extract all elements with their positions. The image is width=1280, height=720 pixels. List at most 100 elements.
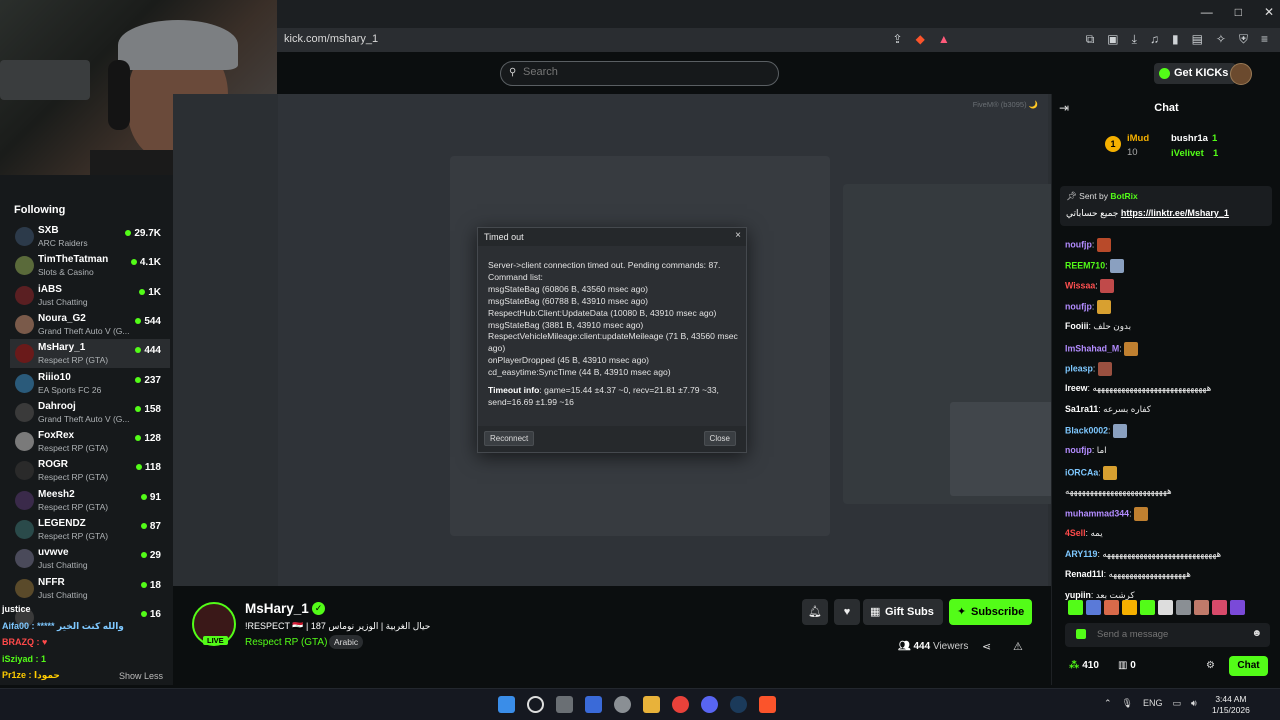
- chat-send-button[interactable]: Chat: [1229, 656, 1268, 676]
- share-page-icon[interactable]: ⇪: [893, 32, 903, 47]
- notification-bell-button[interactable]: 🔔︎: [802, 599, 828, 625]
- get-kicks-button[interactable]: Get KICKs: [1154, 63, 1237, 84]
- subscribe-button[interactable]: ✦ Subscribe: [949, 599, 1033, 625]
- sidebar-toggle-icon[interactable]: ▮: [1172, 32, 1179, 47]
- chat-username[interactable]: ImShahad_M: [1065, 343, 1119, 353]
- emoji-icon[interactable]: ☻: [1251, 628, 1262, 639]
- chat-username[interactable]: yupiin: [1065, 590, 1091, 600]
- menu-icon[interactable]: ≡: [1261, 32, 1268, 47]
- search-box[interactable]: ⚲: [500, 61, 779, 86]
- chat-username[interactable]: REEM710: [1065, 260, 1105, 270]
- brave-rewards-icon[interactable]: ▲: [938, 32, 950, 47]
- chat-username[interactable]: Ireew: [1065, 383, 1088, 393]
- minimize-icon[interactable]: —: [1201, 5, 1213, 19]
- chat-username[interactable]: 4Sell: [1065, 528, 1086, 538]
- message-input[interactable]: [1097, 629, 1237, 640]
- following-item[interactable]: TimTheTatman Slots & Casino 4.1K: [10, 251, 170, 280]
- chat-username[interactable]: noufjp: [1065, 239, 1092, 249]
- show-less-link[interactable]: Show Less: [119, 671, 163, 681]
- chat-username[interactable]: iORCAa: [1065, 467, 1098, 477]
- ai-icon[interactable]: ✧: [1216, 32, 1226, 47]
- pinned-sender-name[interactable]: BotRix: [1110, 191, 1137, 201]
- following-item[interactable]: Dahrooj Grand Theft Auto V (G... 158: [10, 398, 170, 427]
- task-view-icon[interactable]: [556, 696, 573, 713]
- chat-username[interactable]: noufjp: [1065, 445, 1092, 455]
- mic-icon[interactable]: 🎙︎: [1122, 698, 1133, 709]
- download-icon[interactable]: ⤓: [1132, 32, 1137, 47]
- language-indicator[interactable]: ENG: [1143, 698, 1163, 709]
- brave-shield-icon[interactable]: ◆: [916, 32, 925, 47]
- address-bar[interactable]: kick.com/mshary_1 ⇪ ◆ ▲ ⧉ ▣ ⤓ ♫ ▮ ▤ ✧ ⛨ …: [276, 28, 1280, 52]
- chrome-icon[interactable]: [672, 696, 689, 713]
- leader-name-3[interactable]: iVelivet: [1171, 148, 1204, 159]
- quick-emote[interactable]: [1230, 600, 1245, 615]
- close-button[interactable]: Close: [703, 431, 736, 446]
- dialog-close-icon[interactable]: ×: [735, 230, 741, 241]
- leader-name-2[interactable]: bushr1a: [1171, 133, 1208, 144]
- maximize-icon[interactable]: □: [1235, 5, 1242, 19]
- following-item[interactable]: Riiio10 EA Sports FC 26 237: [10, 369, 170, 398]
- vpn-icon[interactable]: ⛨: [1239, 32, 1248, 47]
- following-item[interactable]: FoxRex Respect RP (GTA) 128: [10, 427, 170, 456]
- start-icon[interactable]: [498, 696, 515, 713]
- gift-count[interactable]: ▥ 0: [1118, 660, 1136, 671]
- share-icon[interactable]: ⋖: [982, 640, 991, 653]
- extensions-icon[interactable]: ⧉: [1086, 32, 1095, 47]
- quick-emote[interactable]: [1212, 600, 1227, 615]
- gift-subs-button[interactable]: ▦ Gift Subs: [863, 599, 943, 625]
- quick-emote[interactable]: [1104, 600, 1119, 615]
- chat-username[interactable]: Fooiii: [1065, 321, 1088, 331]
- url-text[interactable]: kick.com/mshary_1: [284, 33, 378, 45]
- emote-menu-icon[interactable]: [1076, 629, 1086, 639]
- report-icon[interactable]: ⚠: [1013, 640, 1023, 653]
- close-window-icon[interactable]: ✕: [1264, 5, 1274, 19]
- pinned-link[interactable]: https://linktr.ee/Mshary_1: [1121, 208, 1229, 218]
- channel-points[interactable]: ⁂ 410: [1069, 660, 1099, 671]
- quick-emote[interactable]: [1176, 600, 1191, 615]
- chat-username[interactable]: muhammad344: [1065, 508, 1129, 518]
- quick-emote[interactable]: [1194, 600, 1209, 615]
- following-item[interactable]: SXB ARC Raiders 29.7K: [10, 222, 170, 251]
- taskbar-search-icon[interactable]: [527, 696, 544, 713]
- wallet-icon[interactable]: ▤: [1192, 32, 1203, 47]
- following-item[interactable]: NFFR Just Chatting 18: [10, 574, 170, 603]
- quick-emote[interactable]: [1122, 600, 1137, 615]
- chat-username[interactable]: Black0002: [1065, 426, 1108, 436]
- chat-username[interactable]: Renad11l: [1065, 569, 1104, 579]
- chat-username[interactable]: Sa1ra11: [1065, 404, 1098, 414]
- chat-username[interactable]: noufjp: [1065, 301, 1092, 311]
- media-icon[interactable]: ♫: [1150, 32, 1159, 47]
- store-icon[interactable]: [585, 696, 602, 713]
- quick-emote[interactable]: [1068, 600, 1083, 615]
- brave-icon[interactable]: [759, 696, 776, 713]
- chat-username[interactable]: ARY119: [1065, 549, 1097, 559]
- chat-username[interactable]: pleasp: [1065, 364, 1093, 374]
- volume-icon[interactable]: 🔊︎: [1191, 698, 1197, 709]
- tray-chevron-icon[interactable]: ⌃: [1104, 698, 1112, 709]
- following-item[interactable]: LEGENDZ Respect RP (GTA) 87: [10, 515, 170, 544]
- following-item[interactable]: Meesh2 Respect RP (GTA) 91: [10, 486, 170, 515]
- following-item[interactable]: iABS Just Chatting 1K: [10, 281, 170, 310]
- quick-emote[interactable]: [1086, 600, 1101, 615]
- chat-username[interactable]: Wissaa: [1065, 281, 1095, 291]
- reconnect-button[interactable]: Reconnect: [484, 431, 535, 446]
- discord-icon[interactable]: [701, 696, 718, 713]
- following-item[interactable]: Noura_G2 Grand Theft Auto V (G... 544: [10, 310, 170, 339]
- stream-category[interactable]: Respect RP (GTA): [245, 637, 327, 648]
- leader-name[interactable]: iMud: [1127, 133, 1149, 144]
- clock[interactable]: 3:44 AM 1/15/2026: [1212, 694, 1250, 716]
- obs-icon[interactable]: [614, 696, 631, 713]
- follow-heart-button[interactable]: ♥: [834, 599, 860, 625]
- following-item[interactable]: uvwve Just Chatting 29: [10, 544, 170, 573]
- following-item[interactable]: ROGR Respect RP (GTA) 118: [10, 456, 170, 485]
- quick-emote[interactable]: [1158, 600, 1173, 615]
- steam-icon[interactable]: [730, 696, 747, 713]
- search-input[interactable]: [523, 66, 763, 78]
- streamer-name[interactable]: MsHary_1: [245, 601, 309, 616]
- tab-icon[interactable]: ▣: [1107, 32, 1118, 47]
- file-explorer-icon[interactable]: [643, 696, 660, 713]
- quick-emote[interactable]: [1140, 600, 1155, 615]
- following-item[interactable]: MsHary_1 Respect RP (GTA) 444: [10, 339, 170, 369]
- network-icon[interactable]: ▭: [1173, 698, 1182, 709]
- language-badge[interactable]: Arabic: [329, 635, 364, 649]
